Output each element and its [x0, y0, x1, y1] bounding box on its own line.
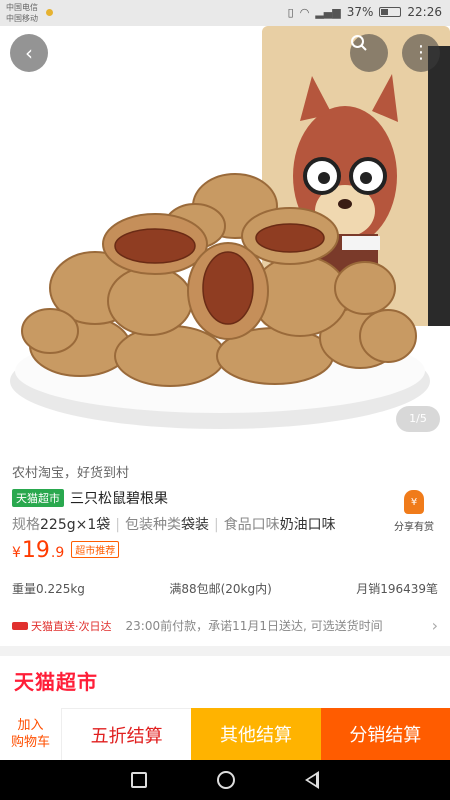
- add-to-cart-button[interactable]: 加入 购物车: [0, 708, 62, 760]
- search-button[interactable]: [350, 34, 388, 72]
- back-button[interactable]: ‹: [10, 34, 48, 72]
- product-title: 三只松鼠碧根果: [70, 491, 168, 507]
- title-row: 天猫超市 三只松鼠碧根果: [12, 488, 168, 508]
- signal-icon: ▂▄▆: [315, 5, 341, 19]
- price: ¥ 19 .9 超市推荐: [12, 538, 120, 563]
- store-logo: 天猫超市: [14, 670, 98, 694]
- divider: |: [213, 517, 219, 533]
- other-checkout-button[interactable]: 其他结算: [191, 708, 321, 760]
- carrier-info: 中国电信 中国移动: [6, 2, 38, 24]
- delivery-brand: 天猫直送·次日达: [12, 618, 112, 634]
- half-price-checkout-button[interactable]: 五折结算: [62, 708, 192, 760]
- share-label: 分享有赏: [394, 522, 434, 533]
- status-icons: ▯ ◠ ▂▄▆ 37% 22:26: [288, 5, 442, 19]
- spec-value: 奶油口味: [279, 517, 336, 533]
- shipping-info: 满88包邮(20kg内): [169, 582, 272, 596]
- spec-label: 食品口味: [223, 517, 280, 533]
- more-button[interactable]: ⋮: [402, 34, 440, 72]
- delivery-row[interactable]: 天猫直送·次日达 23:00前付款，承诺11月1日送达, 可选送货时间 ›: [12, 616, 438, 635]
- tmall-tag: 天猫超市: [12, 489, 64, 507]
- product-info: 农村淘宝，好货到村 天猫超市 三只松鼠碧根果 ¥ 分享有赏 规格225g×1袋 |…: [0, 450, 450, 646]
- truck-icon: [12, 621, 28, 630]
- more-vertical-icon: ⋮: [412, 42, 430, 63]
- chevron-right-icon: ›: [431, 616, 438, 635]
- delivery-text: 23:00前付款，承诺11月1日送达, 可选送货时间: [125, 619, 383, 633]
- cart-label-line1: 加入: [17, 718, 44, 733]
- product-image-gallery[interactable]: ‹ ⋮ 1/5: [0, 26, 450, 450]
- weight: 重量0.225kg: [12, 582, 85, 596]
- product-photo: [10, 26, 450, 429]
- price-integer: 19: [21, 538, 50, 563]
- promo-tag: 超市推荐: [71, 541, 120, 558]
- chevron-left-icon: ‹: [25, 41, 33, 65]
- carrier-1: 中国电信: [6, 3, 38, 12]
- back-triangle-icon[interactable]: [305, 771, 319, 789]
- slogan: 农村淘宝，好货到村: [12, 466, 130, 481]
- cart-label-line2: 购物车: [10, 735, 50, 750]
- price-decimal: .9: [50, 545, 65, 561]
- page-indicator: 1/5: [396, 406, 440, 432]
- carrier-2: 中国移动: [6, 14, 38, 23]
- recent-apps-icon[interactable]: [131, 772, 147, 788]
- clock: 22:26: [407, 5, 442, 19]
- meta-row: 重量0.225kg 满88包邮(20kg内) 月销196439笔: [12, 580, 438, 597]
- spec-label: 包装种类: [124, 517, 181, 533]
- spec-value: 225g×1袋: [40, 517, 111, 533]
- status-bar: 中国电信 中国移动 ▯ ◠ ▂▄▆ 37% 22:26: [0, 0, 450, 26]
- monthly-sales: 月销196439笔: [356, 582, 438, 596]
- battery-percent: 37%: [346, 5, 374, 19]
- spec-value: 袋装: [180, 517, 209, 533]
- home-icon[interactable]: [217, 771, 235, 789]
- vibrate-icon: ▯: [287, 5, 294, 19]
- money-bag-icon: ¥: [404, 490, 424, 514]
- battery-icon: [379, 7, 402, 17]
- store-section[interactable]: 天猫超市: [0, 656, 450, 708]
- spec-label: 规格: [12, 517, 40, 533]
- delivery-brand-label: 天猫直送·次日达: [31, 619, 112, 633]
- package-edge: [428, 46, 450, 326]
- notification-dot-icon: [46, 9, 53, 16]
- bottom-action-bar: 加入 购物车 五折结算 其他结算 分销结算: [0, 708, 450, 760]
- product-specs: 规格225g×1袋 | 包装种类袋装 | 食品口味奶油口味: [12, 514, 336, 534]
- system-nav-bar: [0, 760, 450, 800]
- price-symbol: ¥: [12, 545, 21, 561]
- distribution-checkout-button[interactable]: 分销结算: [320, 708, 450, 760]
- search-icon: [351, 35, 367, 51]
- share-button[interactable]: ¥ 分享有赏: [390, 490, 438, 533]
- divider: |: [115, 517, 120, 533]
- wifi-icon: ◠: [299, 5, 310, 19]
